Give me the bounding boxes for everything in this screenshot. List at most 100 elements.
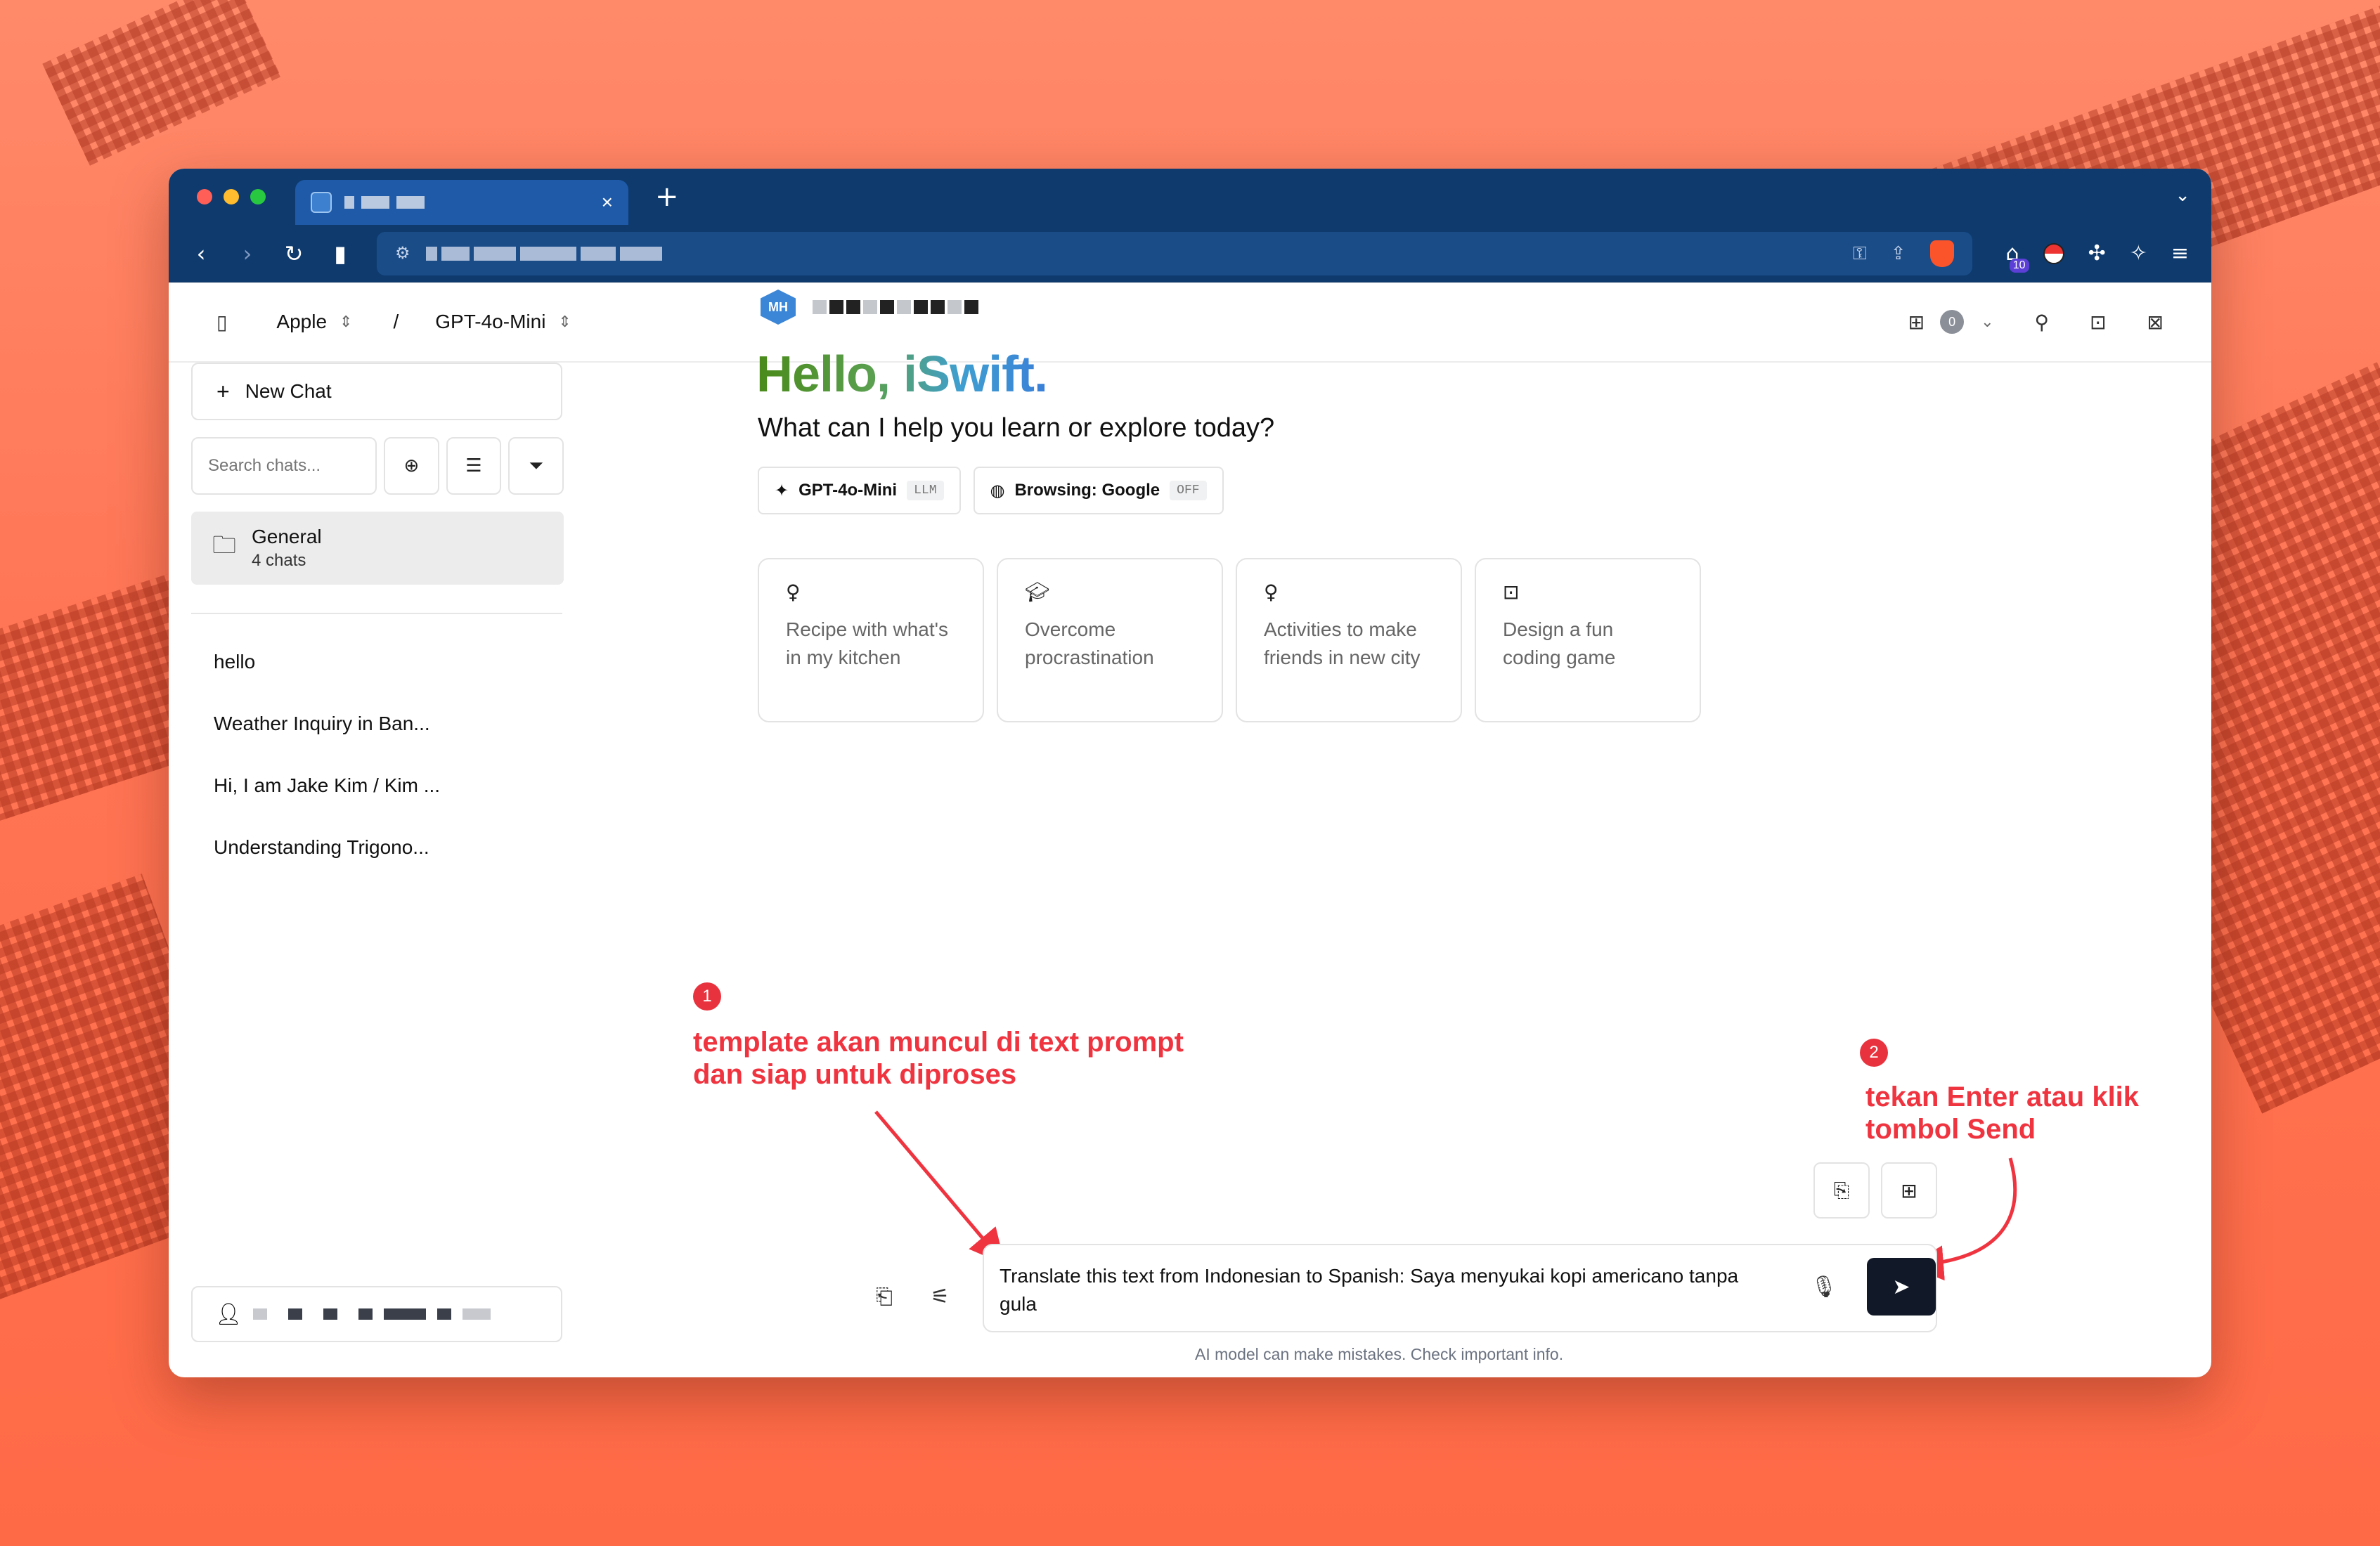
tab-favicon: [311, 192, 332, 213]
prompt-input[interactable]: Translate this text from Indonesian to S…: [983, 1244, 1937, 1332]
microphone-icon[interactable]: 🎙︎: [1811, 1275, 1837, 1299]
upload-file-button[interactable]: ⎘: [1813, 1162, 1870, 1219]
puzzle-extensions-icon[interactable]: ✣: [2088, 241, 2106, 266]
list-check-icon: ☰: [465, 455, 482, 476]
ai-sparkle-icon[interactable]: ✧: [2130, 241, 2147, 266]
browser-tab[interactable]: ×: [295, 180, 628, 225]
chat-item[interactable]: Understanding Trigono...: [191, 817, 564, 878]
clipboard-icon[interactable]: ⎗: [876, 1285, 893, 1309]
tab-close-icon[interactable]: ×: [602, 191, 613, 214]
new-chat-button[interactable]: + New Chat: [191, 363, 562, 420]
suggestion-card[interactable]: ♀︎ Recipe with what's in my kitchen: [758, 558, 984, 722]
minimize-window-button[interactable]: [224, 189, 239, 204]
folder-name: General: [252, 526, 322, 547]
address-toolbar: ‹ › ↻ ▮ ⚙ ⚿ ⇪ ⌂ 10 ✣ ✧ ≡: [169, 225, 2211, 282]
new-folder-button[interactable]: ⊕: [384, 437, 439, 495]
chip-label: Browsing: Google: [1014, 481, 1160, 500]
model-chip[interactable]: ✦ GPT-4o-Mini LLM: [758, 467, 961, 514]
send-button[interactable]: ➤: [1867, 1258, 1936, 1316]
bookmark-icon[interactable]: ▮: [330, 240, 350, 267]
terminal-icon: ⊡: [1503, 580, 1520, 604]
user-icon: 👤︎: [215, 1301, 242, 1327]
reload-icon[interactable]: ↻: [284, 240, 304, 267]
suggestion-text: Recipe with what's in my kitchen: [786, 618, 948, 668]
new-tab-button[interactable]: +: [655, 181, 679, 213]
breadcrumb-separator: /: [393, 311, 399, 332]
pokeball-extension-icon[interactable]: [2043, 242, 2064, 264]
settings-sliders-icon[interactable]: ⚟: [931, 1285, 950, 1309]
terminal-icon[interactable]: ⊡: [2090, 311, 2106, 334]
select-button[interactable]: ☰: [446, 437, 502, 495]
window-controls: [197, 189, 266, 204]
maximize-window-button[interactable]: [250, 189, 266, 204]
annotation-text: tekan Enter atau klik tombol Send: [1865, 1081, 2140, 1145]
site-settings-icon[interactable]: ⚙: [395, 243, 410, 264]
extension-badge-icon[interactable]: ⌂ 10: [2006, 241, 2029, 273]
url-redacted: [425, 246, 662, 261]
chat-item[interactable]: hello: [191, 631, 564, 693]
suggestion-text: Design a fun coding game: [1503, 618, 1616, 668]
lightbulb-icon: ♀︎: [1264, 580, 1279, 604]
apps-icon[interactable]: ⊞: [1908, 311, 1925, 334]
browsing-chip[interactable]: ◍ Browsing: Google OFF: [973, 467, 1224, 514]
suggestion-card[interactable]: 🎓︎ Overcome procrastination: [997, 558, 1223, 722]
url-bar[interactable]: ⚙ ⚿ ⇪: [377, 231, 1972, 275]
graduation-cap-icon: 🎓︎: [1025, 580, 1050, 604]
folder-count: 4 chats: [252, 551, 306, 570]
suggestion-text: Overcome procrastination: [1025, 618, 1154, 668]
sparkles-icon: ✦: [775, 481, 789, 500]
key-settings-icon[interactable]: ⚲: [2035, 311, 2050, 334]
tab-bar: × + ⌄: [169, 169, 2211, 225]
filter-button[interactable]: ⏷: [508, 437, 564, 495]
user-menu[interactable]: 👤︎: [191, 1286, 562, 1342]
key-icon[interactable]: ⚿: [1853, 242, 1867, 265]
chevron-updown-icon[interactable]: ⇕: [339, 313, 352, 331]
sidebar-toggle-icon[interactable]: ▯: [216, 311, 227, 334]
menu-icon[interactable]: ≡: [2171, 241, 2189, 266]
header-actions: ⊞ 0 ⌄ ⚲ ⊡ ⊠: [1908, 310, 2164, 334]
chevron-down-icon[interactable]: ⌄: [1981, 313, 1993, 331]
brave-shield-icon[interactable]: [1929, 240, 1954, 267]
forward-icon[interactable]: ›: [238, 240, 257, 267]
image-plus-icon: ⊞: [1901, 1178, 1917, 1202]
folder-plus-icon: ⊕: [403, 455, 420, 476]
sidebar-divider: [191, 613, 562, 614]
status-chips: ✦ GPT-4o-Mini LLM ◍ Browsing: Google OFF: [758, 467, 1224, 514]
chat-list: hello Weather Inquiry in Ban... Hi, I am…: [191, 631, 564, 878]
chip-tag: LLM: [907, 481, 944, 500]
chat-item[interactable]: Hi, I am Jake Kim / Kim ...: [191, 755, 564, 817]
brand-name-redacted: [813, 300, 978, 314]
lightbulb-icon: ♀︎: [786, 580, 801, 604]
disclaimer: AI model can make mistakes. Check import…: [1195, 1345, 1564, 1363]
tab-list-chevron-icon[interactable]: ⌄: [2175, 184, 2190, 206]
search-row: ⊕ ☰ ⏷: [191, 437, 564, 495]
tab-title-redacted: [344, 196, 589, 209]
workspace-selector[interactable]: Apple: [276, 311, 327, 333]
chip-label: GPT-4o-Mini: [798, 481, 898, 500]
upload-image-button[interactable]: ⊞: [1881, 1162, 1937, 1219]
profile-icon[interactable]: ⊠: [2147, 311, 2164, 334]
suggestion-card[interactable]: ♀︎ Activities to make friends in new cit…: [1236, 558, 1462, 722]
annotation-number: 1: [693, 982, 721, 1011]
chat-item[interactable]: Weather Inquiry in Ban...: [191, 693, 564, 755]
app-header: ▯ Apple ⇕ / GPT-4o-Mini ⇕ ⊞ 0 ⌄ ⚲ ⊡ ⊠: [169, 282, 2211, 363]
folder-general[interactable]: 🗀 General 4 chats: [191, 512, 564, 585]
app-logo: MH: [761, 290, 796, 325]
breadcrumb: Apple ⇕ / GPT-4o-Mini ⇕: [276, 311, 571, 333]
annotation-number: 2: [1860, 1039, 1888, 1067]
close-window-button[interactable]: [197, 189, 212, 204]
search-chats-input[interactable]: [191, 437, 377, 495]
suggestion-cards: ♀︎ Recipe with what's in my kitchen 🎓︎ O…: [758, 558, 1701, 722]
back-icon[interactable]: ‹: [191, 240, 211, 267]
suggestion-card[interactable]: ⊡ Design a fun coding game: [1475, 558, 1701, 722]
plus-icon: +: [216, 378, 230, 404]
share-icon[interactable]: ⇪: [1891, 242, 1906, 264]
greeting-heading: Hello, iSwift.: [756, 346, 1048, 403]
count-badge: 0: [1940, 310, 1965, 334]
chevron-updown-icon[interactable]: ⇕: [558, 313, 571, 331]
brand-row: MH: [761, 290, 978, 325]
chip-tag: OFF: [1170, 481, 1207, 500]
model-selector[interactable]: GPT-4o-Mini: [435, 311, 545, 333]
prompt-text[interactable]: Translate this text from Indonesian to S…: [1000, 1262, 1773, 1318]
folder-icon: 🗀: [212, 531, 236, 559]
